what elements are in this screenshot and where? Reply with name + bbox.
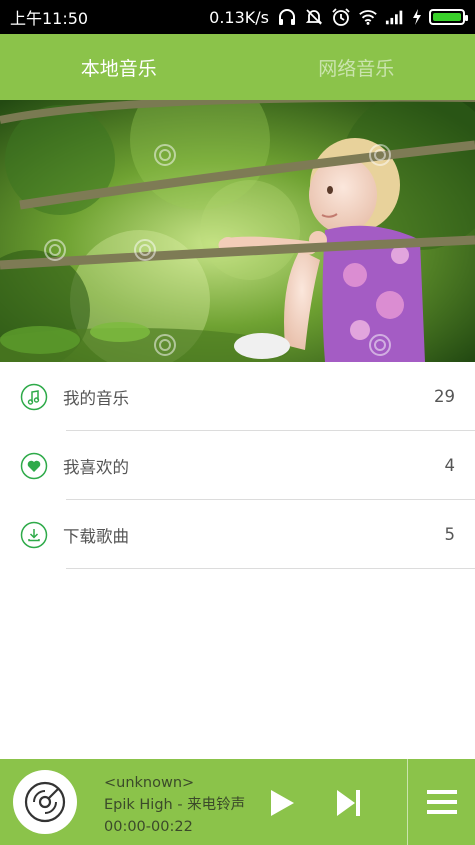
alarm-icon	[331, 7, 351, 27]
list-item-count: 5	[444, 525, 456, 544]
list-item-count: 4	[444, 456, 456, 475]
status-bar: 上午11:50 0.13K/s	[0, 0, 475, 34]
album-cover[interactable]	[13, 770, 77, 834]
list-item-label: 我的音乐	[63, 388, 129, 408]
headphones-icon	[277, 7, 297, 27]
heart-icon	[20, 452, 48, 480]
track-artist: Epik High - 来电铃声	[104, 797, 246, 813]
music-note-icon	[20, 383, 48, 411]
list-item-my-music[interactable]: 我的音乐 29	[0, 362, 475, 431]
tab-local-music[interactable]: 本地音乐	[0, 34, 238, 100]
menu-button[interactable]	[426, 788, 458, 816]
play-icon	[271, 790, 294, 816]
signal-icon	[385, 7, 405, 27]
tab-online-music[interactable]: 网络音乐	[238, 34, 475, 100]
play-button[interactable]	[266, 787, 298, 819]
status-time: 上午11:50	[10, 9, 89, 28]
divider	[66, 568, 475, 569]
download-icon	[20, 521, 48, 549]
list-item-downloads[interactable]: 下载歌曲 5	[0, 500, 475, 569]
list-item-label: 下载歌曲	[63, 526, 129, 546]
track-title: <unknown>	[104, 775, 195, 791]
player-bar: <unknown> Epik High - 来电铃声 00:00-00:22	[0, 759, 475, 845]
tab-bar: 本地音乐 网络音乐	[0, 34, 475, 100]
charging-icon	[412, 7, 422, 27]
network-speed: 0.13K/s	[209, 7, 269, 27]
music-list: 我的音乐 29 我喜欢的 4 下载歌曲 5	[0, 362, 475, 569]
track-info: <unknown> Epik High - 来电铃声 00:00-00:22	[104, 772, 245, 838]
player-separator	[407, 759, 408, 845]
battery-icon	[429, 9, 468, 25]
next-button[interactable]	[334, 787, 364, 819]
banner-image	[0, 100, 475, 362]
disc-icon	[24, 781, 66, 823]
next-icon	[337, 790, 360, 816]
track-time: 00:00-00:22	[104, 819, 193, 835]
list-item-label: 我喜欢的	[63, 457, 129, 477]
wifi-icon	[358, 7, 378, 27]
status-icons	[277, 7, 468, 27]
list-item-favorites[interactable]: 我喜欢的 4	[0, 431, 475, 500]
bell-off-icon	[304, 7, 324, 27]
list-item-count: 29	[434, 387, 455, 406]
status-right: 0.13K/s	[209, 7, 468, 27]
menu-icon	[427, 790, 457, 814]
